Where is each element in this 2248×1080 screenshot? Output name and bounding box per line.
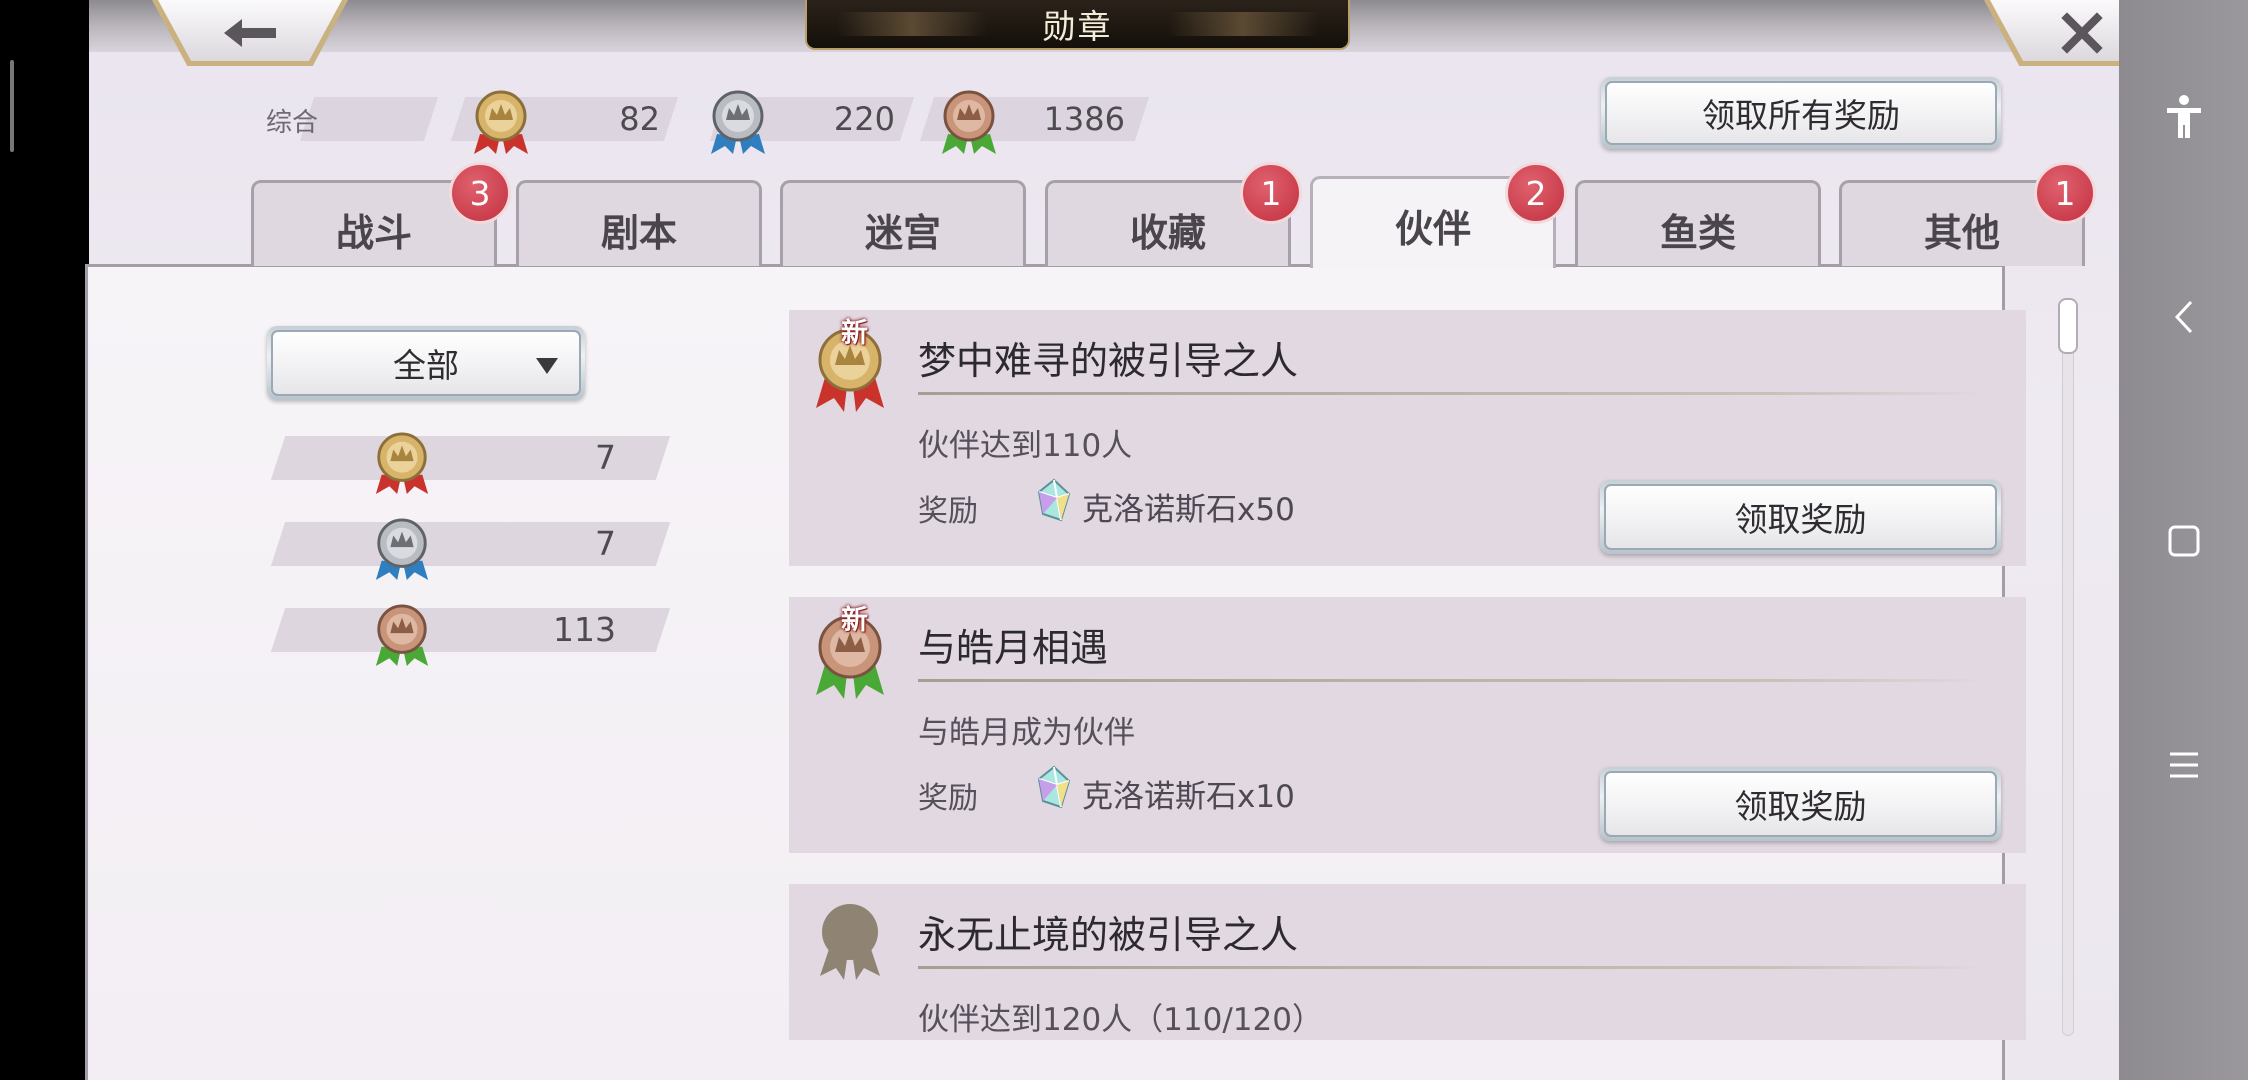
summary-gold-count: 82 <box>619 100 660 138</box>
tab-labyrinth[interactable]: 迷宫 <box>780 180 1026 266</box>
claim-reward-label: 领取奖励 <box>1604 771 1997 837</box>
gold-count: 7 <box>595 438 616 477</box>
bronze-count-row: 113 <box>270 608 671 652</box>
card-title: 与皓月相遇 <box>918 626 1109 670</box>
silver-count-row: 7 <box>270 522 671 566</box>
locked-medal-icon <box>820 904 880 980</box>
title-plate: 勋章 <box>805 0 1350 50</box>
nav-back-icon <box>2174 300 2192 334</box>
side-handle[interactable] <box>10 60 14 152</box>
nav-back-button[interactable] <box>2119 292 2248 342</box>
card-title: 梦中难寻的被引导之人 <box>918 339 1299 383</box>
tab-script[interactable]: 剧本 <box>516 180 762 266</box>
card-description: 伙伴达到120人（110/120） <box>918 1002 1323 1038</box>
notification-badge: 3 <box>449 162 511 224</box>
new-tag: 新 <box>841 605 868 636</box>
badge-card: 新 与皓月相遇 与皓月成为伙伴 奖励 克洛诺斯石x10 领取奖励 <box>789 597 2026 853</box>
reward-text: 克洛诺斯石x10 <box>1082 779 1295 815</box>
tab-label: 迷宫 <box>864 211 941 255</box>
divider <box>918 392 1986 395</box>
gold-medal-icon <box>375 432 429 494</box>
filter-selected-value: 全部 <box>393 346 459 385</box>
left-screen-edge <box>0 0 89 1080</box>
gold-medal-icon <box>474 90 528 154</box>
divider <box>918 966 1986 969</box>
card-description: 与皓月成为伙伴 <box>918 715 1135 751</box>
nav-menu-icon <box>2169 752 2198 778</box>
tab-fish[interactable]: 鱼类 <box>1575 180 1821 266</box>
notification-badge: 1 <box>1240 162 1302 224</box>
summary-silver-count: 220 <box>833 100 895 138</box>
nav-home-icon <box>2168 525 2199 557</box>
nav-menu-button[interactable] <box>2119 740 2248 790</box>
reward-label: 奖励 <box>918 781 978 816</box>
nav-home-button[interactable] <box>2119 516 2248 566</box>
system-nav-bar <box>2119 0 2248 1080</box>
silver-count: 7 <box>595 524 616 563</box>
tab-label: 鱼类 <box>1659 211 1736 255</box>
claim-reward-label: 领取奖励 <box>1604 484 1997 550</box>
badge-card: 新 梦中难寻的被引导之人 伙伴达到110人 奖励 克洛诺斯石x50 领取奖励 <box>789 310 2026 566</box>
gold-count-row: 7 <box>270 436 671 480</box>
page-title: 勋章 <box>1042 7 1113 46</box>
notification-badge: 1 <box>2034 162 2096 224</box>
close-x-icon <box>2061 12 2103 54</box>
divider <box>918 679 1986 682</box>
triangle-down-icon <box>536 358 558 374</box>
scrollbar-track[interactable] <box>2062 298 2074 1036</box>
summary-bronze-count: 1386 <box>1043 100 1125 138</box>
silver-medal-icon <box>711 90 765 154</box>
back-button[interactable] <box>152 0 348 66</box>
bronze-medal-icon <box>375 604 429 666</box>
card-title: 永无止境的被引导之人 <box>918 913 1299 957</box>
reward-label: 奖励 <box>918 494 978 529</box>
card-description: 伙伴达到110人 <box>918 428 1133 464</box>
crystal-icon <box>1037 765 1071 809</box>
claim-reward-button[interactable]: 领取奖励 <box>1600 767 2001 841</box>
badge-card: 永无止境的被引导之人 伙伴达到120人（110/120） <box>789 884 2026 1040</box>
claim-reward-button[interactable]: 领取奖励 <box>1600 480 2001 554</box>
accessibility-button[interactable] <box>2119 90 2248 144</box>
reward-text: 克洛诺斯石x50 <box>1082 492 1295 528</box>
bronze-count: 113 <box>553 610 616 649</box>
arrow-left-icon <box>224 19 276 47</box>
filter-dropdown[interactable]: 全部 <box>267 326 585 400</box>
accessibility-icon <box>2166 95 2201 138</box>
claim-all-label: 领取所有奖励 <box>1605 81 1997 145</box>
new-tag: 新 <box>841 318 868 349</box>
bronze-medal-icon <box>942 90 996 154</box>
tab-label: 剧本 <box>600 211 677 255</box>
notification-badge: 2 <box>1505 162 1567 224</box>
crystal-icon <box>1037 478 1071 522</box>
claim-all-rewards-button[interactable]: 领取所有奖励 <box>1601 77 2001 149</box>
summary-label: 综合 <box>265 108 318 138</box>
scrollbar-thumb[interactable] <box>2058 298 2078 354</box>
silver-medal-icon <box>375 518 429 580</box>
